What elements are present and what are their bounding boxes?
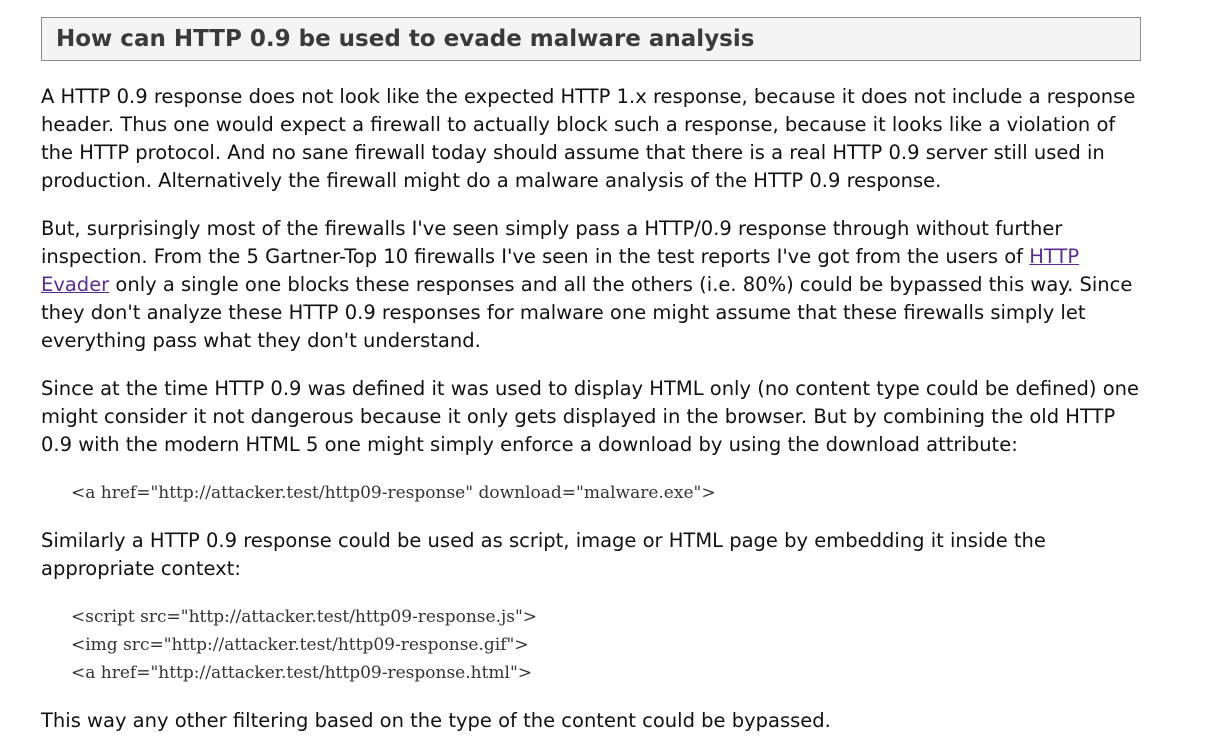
article-page: How can HTTP 0.9 be used to evade malwar…	[0, 0, 1219, 749]
paragraph-conclusion: This way any other filtering based on th…	[41, 709, 831, 732]
paragraph-firewalls-text-before: But, surprisingly most of the firewalls …	[41, 217, 1063, 268]
code-block-download: <a href="http://attacker.test/http09-res…	[71, 479, 1141, 507]
paragraph-download-attribute: Since at the time HTTP 0.9 was defined i…	[41, 377, 1139, 456]
code-line-script: <script src="http://attacker.test/http09…	[71, 607, 538, 627]
code-line-img: <img src="http://attacker.test/http09-re…	[71, 635, 529, 655]
code-line: <a href="http://attacker.test/http09-res…	[71, 483, 716, 503]
paragraph-firewalls-text-after: only a single one blocks these responses…	[41, 273, 1133, 352]
paragraph-embedding: Similarly a HTTP 0.9 response could be u…	[41, 529, 1046, 580]
paragraph-http09-response: A HTTP 0.9 response does not look like t…	[41, 85, 1136, 192]
section-heading: How can HTTP 0.9 be used to evade malwar…	[56, 25, 755, 52]
paragraph-firewalls: But, surprisingly most of the firewalls …	[41, 215, 1141, 355]
code-block-embedding: <script src="http://attacker.test/http09…	[71, 603, 1141, 687]
article-content: A HTTP 0.9 response does not look like t…	[41, 83, 1141, 735]
section-heading-box: How can HTTP 0.9 be used to evade malwar…	[41, 17, 1141, 61]
code-line-anchor: <a href="http://attacker.test/http09-res…	[71, 663, 533, 683]
